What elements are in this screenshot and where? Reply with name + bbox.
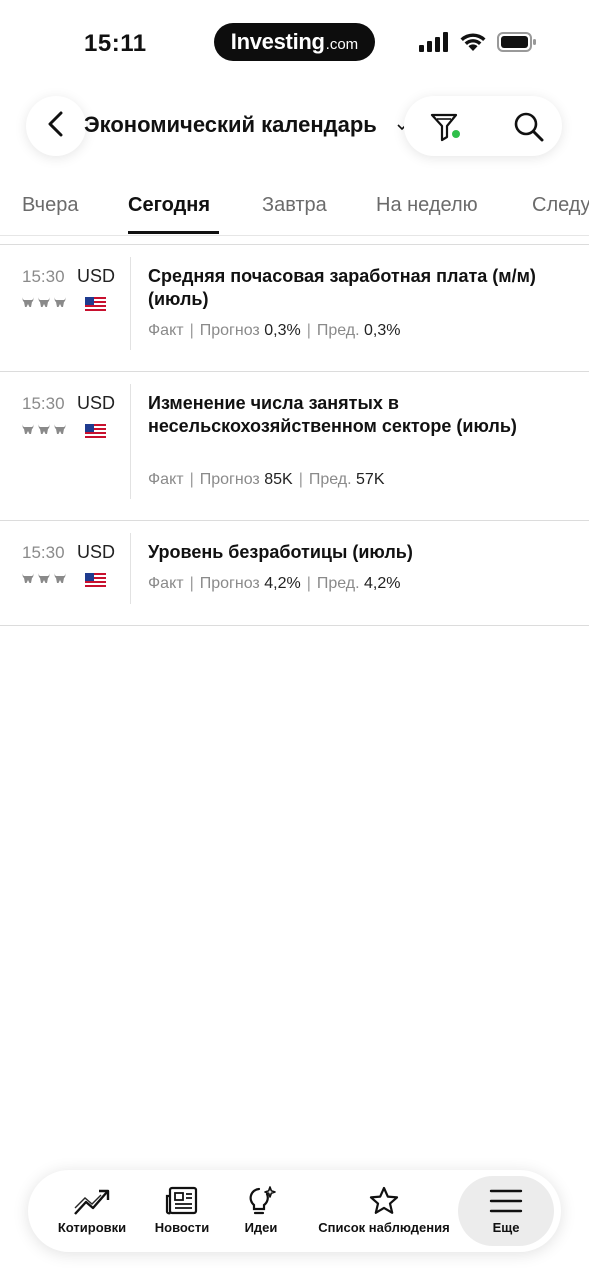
event-currency: USD [77,393,116,413]
actual-label: Факт [148,575,184,592]
tab-tomorrow[interactable]: Завтра [262,194,327,217]
date-tabs: Вчера Сегодня Завтра На неделю Следу [0,190,589,236]
event-row[interactable]: 15:30 USD Изменение числа занятых в несе… [0,372,589,521]
tab-next[interactable]: Следу [532,194,589,217]
bull-icon [53,422,67,440]
header-actions [404,96,562,156]
event-title: Средняя почасовая заработная плата (м/м)… [148,266,536,309]
column-divider [130,384,131,499]
bull-icon [37,422,51,440]
event-time: 15:30 [22,394,65,413]
actual-label: Факт [148,322,184,339]
menu-icon [489,1184,523,1218]
nav-label: Новости [154,1220,210,1235]
event-currency: USD [77,266,116,286]
back-button[interactable] [26,96,86,156]
nav-watchlist[interactable]: Список наблюдения [312,1170,456,1252]
column-divider [130,533,131,604]
bull-icon [21,571,35,589]
previous-label: Пред. [308,471,352,488]
bottom-navigation: Котировки Новости Идеи Список наблюдения… [28,1170,561,1252]
us-flag-icon [85,424,106,439]
search-icon[interactable] [512,110,546,144]
lightbulb-icon [245,1184,277,1218]
newspaper-icon [165,1184,199,1218]
event-values: Факт | Прогноз 0,3% | Пред. 0,3% [148,322,401,339]
filter-active-indicator [452,130,460,138]
trending-chart-icon [73,1184,111,1218]
star-icon [368,1184,400,1218]
forecast-value: 0,3% [264,322,301,339]
event-row[interactable]: 15:30 USD Средняя почасовая заработная п… [0,245,589,372]
tab-today[interactable]: Сегодня [128,194,210,217]
previous-label: Пред. [316,575,360,592]
bull-icon [37,571,51,589]
nav-label: Список наблюдения [318,1220,450,1235]
app-header: Экономический календарь [0,96,589,158]
active-tab-indicator [128,231,219,234]
forecast-label: Прогноз [199,471,260,488]
column-divider [130,257,131,350]
importance-indicator [21,571,67,589]
forecast-label: Прогноз [199,575,260,592]
back-arrow-icon [46,111,66,142]
event-time: 15:30 [22,543,65,562]
bull-icon [37,295,51,313]
status-icons [419,31,537,57]
event-currency: USD [77,542,116,562]
event-title: Уровень безработицы (июль) [148,542,413,562]
importance-indicator [21,295,67,313]
bull-icon [21,295,35,313]
bull-icon [21,422,35,440]
event-row[interactable]: 15:30 USD Уровень безработицы (июль) Фак… [0,521,589,626]
us-flag-icon [85,573,106,588]
wifi-icon [459,31,487,57]
bull-icon [53,295,67,313]
nav-label: Идеи [244,1220,278,1235]
previous-value: 4,2% [364,575,401,592]
event-time: 15:30 [22,267,65,286]
brand-logo: Investing .com [214,23,375,61]
status-bar: 15:11 Investing .com [0,0,589,80]
tab-yesterday[interactable]: Вчера [22,194,78,217]
event-values: Факт | Прогноз 85K | Пред. 57K [148,471,385,488]
filter-icon[interactable] [428,110,462,144]
forecast-value: 85K [264,471,293,488]
us-flag-icon [85,297,106,312]
nav-quotes[interactable]: Котировки [54,1170,130,1252]
brand-domain: .com [325,35,359,53]
previous-label: Пред. [316,322,360,339]
status-time: 15:11 [84,30,147,57]
nav-label: Котировки [57,1220,127,1235]
forecast-value: 4,2% [264,575,301,592]
nav-news[interactable]: Новости [148,1170,216,1252]
cellular-signal-icon [419,31,449,57]
importance-indicator [21,422,67,440]
event-values: Факт | Прогноз 4,2% | Пред. 4,2% [148,575,401,592]
previous-value: 57K [356,471,385,488]
battery-icon [497,31,537,57]
event-title: Изменение числа занятых в несельскохозяй… [148,393,517,436]
brand-name: Investing [230,29,325,54]
page-title[interactable]: Экономический календарь [84,112,377,138]
bull-icon [53,571,67,589]
actual-label: Факт [148,471,184,488]
nav-label: Еще [492,1220,520,1235]
nav-ideas[interactable]: Идеи [234,1170,288,1252]
forecast-label: Прогноз [199,322,260,339]
tab-week[interactable]: На неделю [376,194,478,217]
previous-value: 0,3% [364,322,401,339]
nav-more[interactable]: Еще [458,1176,554,1246]
